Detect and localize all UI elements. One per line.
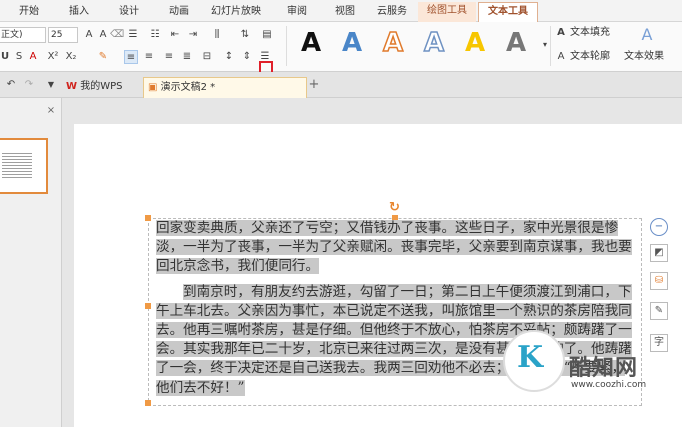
divider bbox=[286, 26, 287, 66]
tab-home[interactable]: 开始 bbox=[14, 4, 44, 22]
text-style-yellow[interactable]: A bbox=[465, 28, 485, 58]
resize-handle[interactable] bbox=[145, 400, 151, 406]
superscript-icon[interactable]: X² bbox=[46, 50, 60, 64]
logo-k-icon: K bbox=[517, 340, 544, 375]
text-align-icon[interactable]: ▤ bbox=[260, 28, 274, 42]
text-direction-icon[interactable]: ⇅ bbox=[238, 28, 252, 42]
text-effect-icon[interactable]: A bbox=[640, 27, 654, 43]
tab-my-wps-label: 我的WPS bbox=[80, 81, 123, 92]
rotate-handle-icon[interactable]: ↻ bbox=[389, 200, 400, 215]
text-fill-button[interactable]: 文本填充 bbox=[570, 26, 610, 40]
text-fill-icon[interactable]: A bbox=[554, 26, 568, 40]
close-pane-icon[interactable]: × bbox=[44, 104, 58, 118]
text-effect-button[interactable]: 文本效果 bbox=[624, 50, 664, 64]
columns-icon[interactable]: ⫼ bbox=[210, 28, 224, 42]
justify-icon[interactable]: ≣ bbox=[180, 50, 194, 64]
distribute-icon[interactable]: ⊟ bbox=[200, 50, 214, 64]
new-tab-icon[interactable]: + bbox=[307, 78, 321, 92]
text-outline-icon[interactable]: A bbox=[554, 50, 568, 64]
dropdown-icon[interactable]: ▼ bbox=[44, 78, 58, 92]
underline-icon[interactable]: U bbox=[0, 50, 12, 64]
shape-style-icon[interactable]: ◩ bbox=[650, 244, 668, 262]
tab-slideshow[interactable]: 幻灯片放映 bbox=[208, 4, 264, 22]
document-tab-bar: ↶ ↷ ▼ W 我的WPS ▣ 演示文稿2 * + bbox=[0, 72, 682, 98]
align-left-icon[interactable]: ≡ bbox=[124, 50, 138, 64]
grow-font-icon[interactable]: A bbox=[82, 28, 96, 42]
text-outline-button[interactable]: 文本轮廓 bbox=[570, 50, 610, 64]
line-spacing-icon[interactable]: ↕ bbox=[222, 50, 236, 64]
tab-view[interactable]: 视图 bbox=[330, 4, 360, 22]
decrease-indent-icon[interactable]: ⇤ bbox=[168, 28, 182, 42]
text-style-orange-outline[interactable]: A bbox=[382, 27, 404, 59]
resize-handle[interactable] bbox=[145, 303, 151, 309]
font-name-select[interactable]: 正文) bbox=[0, 27, 46, 43]
slide-thumbnail[interactable] bbox=[0, 138, 48, 194]
tab-presentation-label: 演示文稿2 * bbox=[160, 82, 216, 93]
align-center-icon[interactable]: ≡ bbox=[142, 50, 156, 64]
fill-bucket-icon[interactable]: ⛁ bbox=[650, 272, 668, 290]
tab-insert[interactable]: 插入 bbox=[64, 4, 94, 22]
tab-review[interactable]: 审阅 bbox=[282, 4, 312, 22]
text-style-gray[interactable]: A bbox=[506, 28, 526, 58]
thumbnail-preview bbox=[2, 152, 32, 178]
shadow-icon[interactable]: S bbox=[12, 50, 26, 64]
outline-pen-icon[interactable]: ✎ bbox=[650, 302, 668, 320]
logo-name: 酷知网 bbox=[569, 356, 639, 381]
shrink-font-icon[interactable]: A bbox=[96, 28, 110, 42]
ribbon-tab-bar: 开始 插入 设计 动画 幻灯片放映 审阅 视图 云服务 绘图工具 文本工具 bbox=[0, 0, 682, 22]
slide-thumbnail-pane: × bbox=[0, 98, 62, 427]
tab-cloud[interactable]: 云服务 bbox=[373, 4, 411, 22]
tab-text-tools[interactable]: 文本工具 bbox=[478, 2, 538, 22]
clear-format-icon[interactable]: ⌫ bbox=[110, 28, 124, 42]
font-color-icon[interactable]: A bbox=[26, 50, 40, 64]
paragraph-1-text: 回家变卖典质，父亲还了亏空；又借钱办了丧事。这些日子，家中光景很是惨淡，一半为了… bbox=[156, 220, 632, 275]
numbering-icon[interactable]: ☷ bbox=[148, 28, 162, 42]
tab-animation[interactable]: 动画 bbox=[164, 4, 194, 22]
text-style-black[interactable]: A bbox=[301, 28, 321, 58]
highlight-icon[interactable]: ✎ bbox=[96, 50, 110, 64]
ribbon: 正文) 25 A A ⌫ ☰ ☷ ⇤ ⇥ ⫼ ⇅ ▤ U S A X² X₂ ✎… bbox=[0, 22, 682, 72]
collapse-icon[interactable]: − bbox=[650, 218, 668, 236]
subscript-icon[interactable]: X₂ bbox=[64, 50, 78, 64]
logo-url: www.coozhi.com bbox=[571, 380, 647, 390]
divider bbox=[550, 26, 551, 66]
text-style-blue[interactable]: A bbox=[342, 28, 362, 58]
redo-icon[interactable]: ↷ bbox=[22, 78, 36, 92]
tab-drawing-tools[interactable]: 绘图工具 bbox=[418, 2, 476, 22]
font-size-select[interactable]: 25 bbox=[48, 27, 78, 43]
increase-indent-icon[interactable]: ⇥ bbox=[186, 28, 200, 42]
tab-design[interactable]: 设计 bbox=[114, 4, 144, 22]
presentation-file-icon: ▣ bbox=[148, 82, 158, 93]
bullets-icon[interactable]: ☰ bbox=[126, 28, 140, 42]
para-spacing-icon[interactable]: ⇕ bbox=[240, 50, 254, 64]
resize-handle[interactable] bbox=[145, 215, 151, 221]
tab-presentation[interactable]: ▣ 演示文稿2 * bbox=[143, 77, 307, 98]
align-right-icon[interactable]: ≡ bbox=[162, 50, 176, 64]
text-style-blue-outline[interactable]: A bbox=[423, 27, 445, 59]
site-watermark: K 酷知网 www.coozhi.com bbox=[503, 330, 682, 400]
paragraph-1[interactable]: 回家变卖典质，父亲还了亏空；又借钱办了丧事。这些日子，家中光景很是惨淡，一半为了… bbox=[156, 219, 636, 277]
wps-logo-icon: W bbox=[66, 81, 78, 92]
undo-icon[interactable]: ↶ bbox=[4, 78, 18, 92]
tab-my-wps[interactable]: W 我的WPS bbox=[62, 77, 136, 98]
